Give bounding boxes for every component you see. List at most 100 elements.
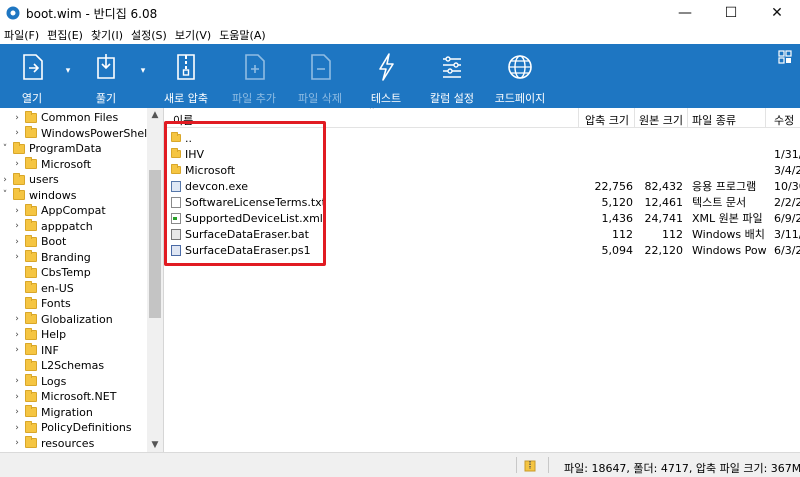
folder-icon xyxy=(25,126,37,139)
chevron-right-icon[interactable]: › xyxy=(12,221,22,231)
original-size: 12,461 xyxy=(644,195,684,209)
chevron-down-icon[interactable]: ˅ xyxy=(0,144,10,154)
chevron-right-icon[interactable]: › xyxy=(12,345,22,355)
tree-item[interactable]: › WindowsPowerShell xyxy=(12,126,150,142)
column-header-original[interactable]: 원본 크기 xyxy=(639,112,683,128)
new-archive-button[interactable]: 새로 압축 xyxy=(160,44,212,108)
test-button[interactable]: 테스트 xyxy=(364,44,408,108)
tree-item[interactable]: › Microsoft.NET xyxy=(12,389,116,405)
tree-item[interactable]: › PolicyDefinitions xyxy=(12,420,132,436)
packed-size: 5,094 xyxy=(601,243,634,257)
tree-item[interactable]: › Microsoft xyxy=(12,157,91,173)
tree-item-label: AppCompat xyxy=(41,204,106,218)
tree-item[interactable]: › Common Files xyxy=(12,110,118,126)
scrollbar-thumb[interactable] xyxy=(149,170,161,318)
add-file-button[interactable]: 파일 추가 xyxy=(228,44,280,108)
menu-help[interactable]: 도움말(A) xyxy=(219,27,265,43)
folder-icon xyxy=(13,172,25,185)
delete-file-button[interactable]: 파일 삭제 xyxy=(294,44,346,108)
tree-scrollbar[interactable]: ▲ ▼ xyxy=(147,108,163,452)
scroll-up-arrow-icon[interactable]: ▲ xyxy=(147,108,163,122)
tree-item[interactable]: › Boot xyxy=(12,234,66,250)
column-divider[interactable] xyxy=(578,108,579,128)
column-divider[interactable] xyxy=(687,108,688,128)
tree-item[interactable]: CbsTemp xyxy=(12,265,91,281)
scroll-down-arrow-icon[interactable]: ▼ xyxy=(147,438,163,452)
window-title: boot.wim - 반디집 6.08 xyxy=(26,6,158,21)
menu-view[interactable]: 보기(V) xyxy=(175,27,211,43)
folder-icon xyxy=(25,219,37,232)
file-type: 응용 프로그램 xyxy=(692,180,757,193)
folder-icon xyxy=(25,312,37,325)
extract-button[interactable]: 풀기 xyxy=(84,44,128,108)
globe-icon xyxy=(508,55,532,79)
chevron-right-icon[interactable]: › xyxy=(12,206,22,216)
close-button[interactable]: ✕ xyxy=(754,0,800,26)
tree-item-label: Globalization xyxy=(41,312,113,326)
minimize-button[interactable]: — xyxy=(662,0,708,26)
open-button[interactable]: 열기 xyxy=(10,44,54,108)
chevron-right-icon[interactable]: › xyxy=(12,128,22,138)
tree-item[interactable]: ˅ ProgramData xyxy=(0,141,102,157)
chevron-right-icon[interactable]: › xyxy=(12,330,22,340)
chevron-right-icon[interactable]: › xyxy=(12,314,22,324)
open-dropdown[interactable]: ▾ xyxy=(62,44,74,108)
chevron-right-icon[interactable]: › xyxy=(12,423,22,433)
chevron-right-icon[interactable]: › xyxy=(12,113,22,123)
tree-item[interactable]: › Help xyxy=(12,327,66,343)
open-label: 열기 xyxy=(21,92,43,105)
tree-item[interactable]: › users xyxy=(0,172,59,188)
chevron-right-icon[interactable]: › xyxy=(12,237,22,247)
tree-item-label: CbsTemp xyxy=(41,266,91,280)
codepage-button[interactable]: 코드페이지 xyxy=(492,44,548,108)
chevron-right-icon[interactable]: › xyxy=(0,175,10,185)
tree-item[interactable]: › apppatch xyxy=(12,219,93,235)
chevron-down-icon[interactable]: ˅ xyxy=(0,190,10,200)
layout-grid-icon[interactable] xyxy=(778,50,792,64)
tree-item[interactable]: L2Schemas xyxy=(12,358,104,374)
menu-bar: 파일(F) 편집(E) 찾기(I) 설정(S) 보기(V) 도움말(A) xyxy=(0,26,800,44)
tree-item-label: L2Schemas xyxy=(41,359,105,373)
tree-item[interactable]: › resources xyxy=(12,436,94,452)
chevron-right-icon[interactable]: › xyxy=(12,159,22,169)
folder-icon xyxy=(25,203,37,216)
column-header-type[interactable]: 파일 종류 xyxy=(692,112,736,128)
folder-tree: › Common Files › WindowsPowerShell ˅ Progra… xyxy=(0,108,164,452)
tree-item[interactable]: › Logs xyxy=(12,374,66,390)
original-size: 22,120 xyxy=(644,243,684,257)
column-header-packed[interactable]: 압축 크기 xyxy=(585,112,629,128)
chevron-right-icon[interactable]: › xyxy=(12,438,22,448)
menu-edit[interactable]: 편집(E) xyxy=(47,27,83,43)
folder-icon xyxy=(25,110,37,123)
menu-settings[interactable]: 설정(S) xyxy=(131,27,167,43)
tree-item[interactable]: › INF xyxy=(12,343,59,359)
column-divider[interactable] xyxy=(634,108,635,128)
folder-icon xyxy=(13,188,25,201)
tree-item[interactable]: › AppCompat xyxy=(12,203,106,219)
chevron-right-icon[interactable]: › xyxy=(12,392,22,402)
column-header-modified[interactable]: 수정 xyxy=(774,112,794,128)
modified-date: 3/4/2 xyxy=(774,163,800,177)
packed-size: 5,120 xyxy=(601,195,634,209)
title-bar: boot.wim - 반디집 6.08 — ☐ ✕ xyxy=(0,0,800,26)
tree-item[interactable]: › Migration xyxy=(12,405,93,421)
chevron-right-icon[interactable]: › xyxy=(12,252,22,262)
folder-icon xyxy=(25,327,37,340)
tree-item[interactable]: en-US xyxy=(12,281,74,297)
maximize-button[interactable]: ☐ xyxy=(708,0,754,26)
tree-item-label: Microsoft.NET xyxy=(41,390,117,404)
list-settings-icon xyxy=(443,56,461,78)
chevron-right-icon[interactable]: › xyxy=(12,407,22,417)
column-settings-button[interactable]: 칼럼 설정 xyxy=(426,44,478,108)
tree-item[interactable]: Fonts xyxy=(12,296,71,312)
tree-item[interactable]: › Branding xyxy=(12,250,91,266)
chevron-right-icon[interactable]: › xyxy=(12,376,22,386)
tree-item[interactable]: ˅ windows xyxy=(0,188,76,204)
menu-find[interactable]: 찾기(I) xyxy=(91,27,123,43)
column-divider[interactable] xyxy=(765,108,766,128)
menu-file[interactable]: 파일(F) xyxy=(4,27,39,43)
tree-item[interactable]: › Globalization xyxy=(12,312,113,328)
tree-item-label: en-US xyxy=(41,281,74,295)
modified-date: 2/2/2 xyxy=(774,195,800,209)
extract-dropdown[interactable]: ▾ xyxy=(137,44,149,108)
